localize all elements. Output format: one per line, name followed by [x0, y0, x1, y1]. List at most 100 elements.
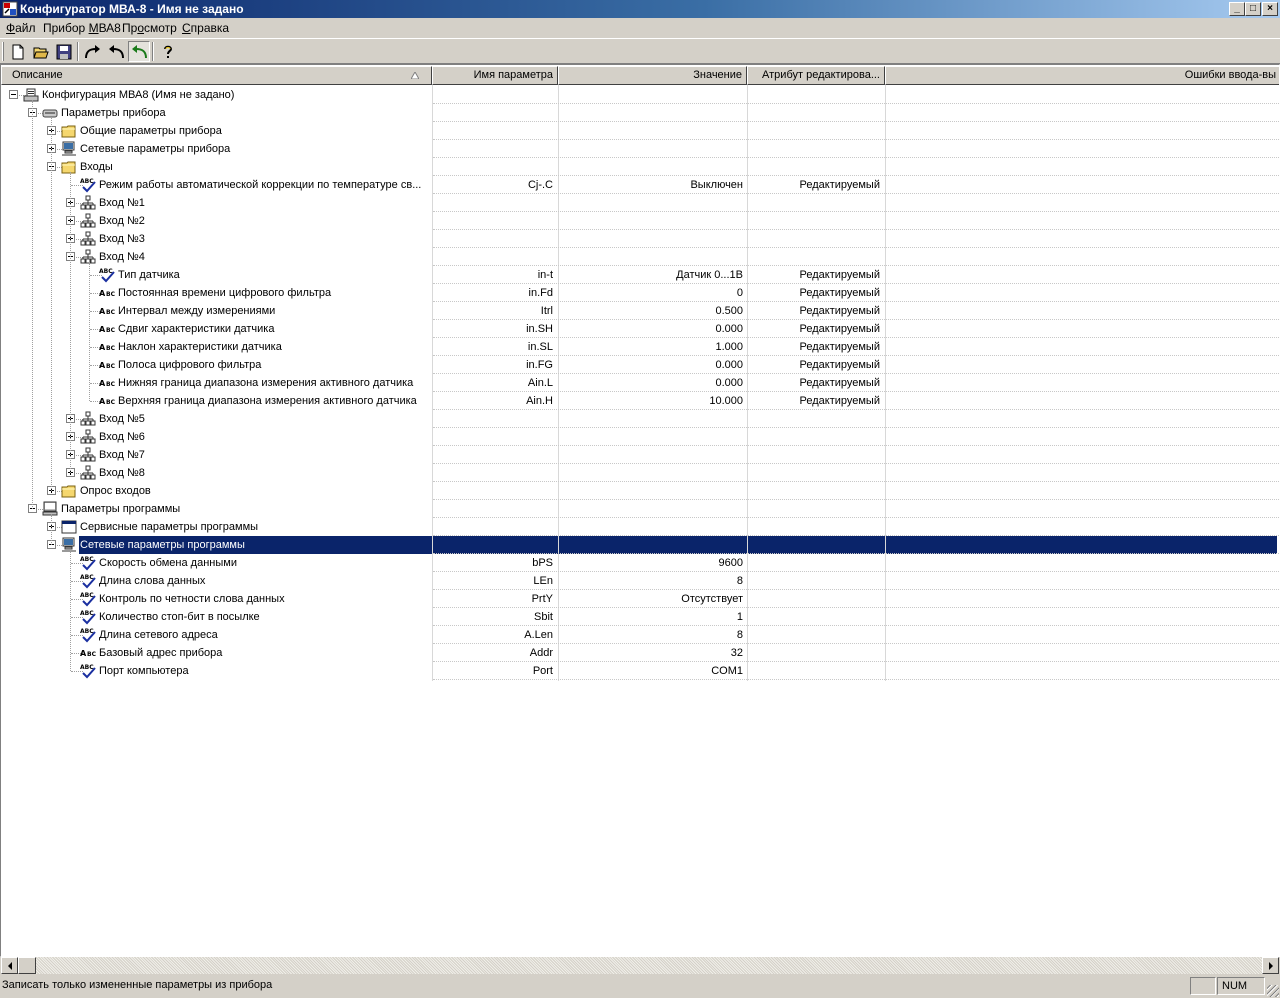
- column-header-value[interactable]: Значение: [558, 66, 747, 85]
- undo-all-button[interactable]: [128, 41, 150, 62]
- tree-row[interactable]: ABC Длина слова данных LEn 8: [1, 572, 1279, 590]
- param-value-cell[interactable]: 0.000: [558, 356, 744, 374]
- new-button[interactable]: [7, 41, 29, 62]
- tree-row[interactable]: Вход №8: [1, 464, 1279, 482]
- param-value-cell[interactable]: 0.500: [558, 302, 744, 320]
- menu-view[interactable]: Просмотр: [122, 21, 177, 35]
- abc-text-icon: A BC: [99, 343, 115, 352]
- row-guide: [433, 553, 1279, 554]
- open-icon: [33, 47, 49, 58]
- row-guide: [433, 175, 1279, 176]
- save-button[interactable]: [53, 41, 75, 62]
- tree-item-label: Вход №8: [99, 467, 145, 479]
- status-num-indicator: NUM: [1217, 977, 1265, 995]
- param-value-cell[interactable]: 1: [558, 608, 744, 626]
- tree-row[interactable]: Вход №3: [1, 230, 1279, 248]
- param-attribute-cell: Редактируемый: [799, 323, 881, 335]
- redo-button[interactable]: [82, 41, 104, 62]
- window-icon: [61, 520, 77, 534]
- param-value-cell[interactable]: 9600: [558, 554, 744, 572]
- arrow-left-icon: [7, 961, 12, 970]
- horizontal-scrollbar[interactable]: [1, 957, 1279, 974]
- scroll-thumb[interactable]: [18, 957, 36, 974]
- close-button[interactable]: ×: [1262, 2, 1278, 16]
- tree-row[interactable]: A BC Базовый адрес прибора Addr 32: [1, 644, 1279, 662]
- folder-icon: [61, 125, 76, 138]
- tree-row[interactable]: ABC Количество стоп-бит в посылке Sbit 1: [1, 608, 1279, 626]
- tree-row[interactable]: A BC Верхняя граница диапазона измерения а…: [1, 392, 1279, 410]
- row-guide: [433, 517, 1279, 518]
- tree-row[interactable]: ABC Тип датчика in-t Датчик 0...1В Редактиру…: [1, 266, 1279, 284]
- tree-row[interactable]: Сетевые параметры прибора: [1, 140, 1279, 158]
- help-button[interactable]: [157, 41, 179, 62]
- menu-file[interactable]: Файл: [6, 21, 36, 35]
- param-name-cell: Itrl: [540, 305, 553, 317]
- tree-row[interactable]: ABC Скорость обмена данными bPS 9600: [1, 554, 1279, 572]
- param-name-cell: Port: [532, 665, 553, 677]
- tree-row[interactable]: ABC Режим работы автоматической коррекции…: [1, 176, 1279, 194]
- tree-row[interactable]: A BC Интервал между измерениями Itrl 0.500 Ре…: [1, 302, 1279, 320]
- param-value-cell[interactable]: Отсутствует: [558, 590, 744, 608]
- param-value-cell[interactable]: 8: [558, 626, 744, 644]
- tree-row[interactable]: ABC Контроль по четности слова данных PrtY…: [1, 590, 1279, 608]
- param-value-cell[interactable]: 32: [558, 644, 744, 662]
- tree-row[interactable]: ABC Порт компьютера Port COM1: [1, 662, 1279, 680]
- param-value-cell[interactable]: 10.000: [558, 392, 744, 410]
- tree-row[interactable]: A BC Нижняя граница диапазона измерения ак…: [1, 374, 1279, 392]
- param-name-cell: LEn: [533, 575, 553, 587]
- param-value-cell[interactable]: 0.000: [558, 374, 744, 392]
- abc-text-icon: A BC: [99, 325, 115, 334]
- tree-row[interactable]: A BC Сдвиг характеристики датчика in.SH 0.00…: [1, 320, 1279, 338]
- param-value-cell[interactable]: 0: [558, 284, 744, 302]
- tree-row[interactable]: Сервисные параметры программы: [1, 518, 1279, 536]
- column-header-param-name[interactable]: Имя параметра: [432, 66, 558, 85]
- param-value-cell[interactable]: COM1: [558, 662, 744, 680]
- abc-check-icon: ABC: [80, 574, 96, 589]
- tree-row[interactable]: Вход №6: [1, 428, 1279, 446]
- tree-row[interactable]: A BC Наклон характеристики датчика in.SL 1.0…: [1, 338, 1279, 356]
- resize-grip[interactable]: [1267, 985, 1279, 997]
- column-header-description[interactable]: Описание: [1, 66, 432, 85]
- abc-text-icon: A BC: [99, 361, 115, 370]
- tree-row[interactable]: A BC Полоса цифрового фильтра in.FG 0.000 Ред…: [1, 356, 1279, 374]
- param-value-cell[interactable]: Выключен: [558, 176, 744, 194]
- tree-row[interactable]: Вход №7: [1, 446, 1279, 464]
- open-button[interactable]: [30, 41, 52, 62]
- param-value-cell[interactable]: 0.000: [558, 320, 744, 338]
- tree-row[interactable]: ABC Длина сетевого адреса A.Len 8: [1, 626, 1279, 644]
- tree-item-label: Тип датчика: [118, 269, 180, 281]
- tree-row[interactable]: A BC Постоянная времени цифрового фильтра i…: [1, 284, 1279, 302]
- scroll-left-button[interactable]: [1, 957, 18, 974]
- tree-row[interactable]: Вход №1: [1, 194, 1279, 212]
- tree-row[interactable]: Общие параметры прибора: [1, 122, 1279, 140]
- tree-row[interactable]: Параметры программы: [1, 500, 1279, 518]
- tree-row[interactable]: Конфигурация МВА8 (Имя не задано): [1, 86, 1279, 104]
- menu-device[interactable]: Прибор МВА8: [43, 21, 121, 35]
- collapse-minus-icon[interactable]: [9, 90, 18, 99]
- abc-text-icon: A BC: [99, 289, 115, 298]
- column-header-attribute[interactable]: Атрибут редактирова...: [747, 66, 885, 85]
- row-guide: [433, 337, 1279, 338]
- param-name-cell: PrtY: [531, 593, 553, 605]
- parameter-tree-list[interactable]: Описание Имя параметра Значение Атрибут …: [0, 64, 1280, 957]
- minimize-button[interactable]: _: [1229, 2, 1245, 16]
- menu-help[interactable]: Справка: [182, 21, 229, 35]
- scroll-right-button[interactable]: [1262, 957, 1279, 974]
- tree-row[interactable]: Вход №5: [1, 410, 1279, 428]
- maximize-button[interactable]: □: [1245, 2, 1261, 16]
- tree-row[interactable]: Параметры прибора: [1, 104, 1279, 122]
- param-value-cell[interactable]: 1.000: [558, 338, 744, 356]
- tree-row[interactable]: Вход №4: [1, 248, 1279, 266]
- selection-highlight: [79, 536, 1277, 554]
- tree-row[interactable]: Опрос входов: [1, 482, 1279, 500]
- tree-item-label: Параметры прибора: [61, 107, 166, 119]
- param-value-cell[interactable]: 8: [558, 572, 744, 590]
- column-header-errors[interactable]: Ошибки ввода-вы: [885, 66, 1279, 85]
- undo-button[interactable]: [105, 41, 127, 62]
- tree-row[interactable]: Сетевые параметры программы: [1, 536, 1279, 554]
- tree-row[interactable]: Вход №2: [1, 212, 1279, 230]
- svg-text:A: A: [99, 325, 106, 334]
- param-value-cell[interactable]: Датчик 0...1В: [558, 266, 744, 284]
- title-bar[interactable]: Конфигуратор МВА-8 - Имя не задано _ □ ×: [0, 0, 1280, 18]
- tree-row[interactable]: Входы: [1, 158, 1279, 176]
